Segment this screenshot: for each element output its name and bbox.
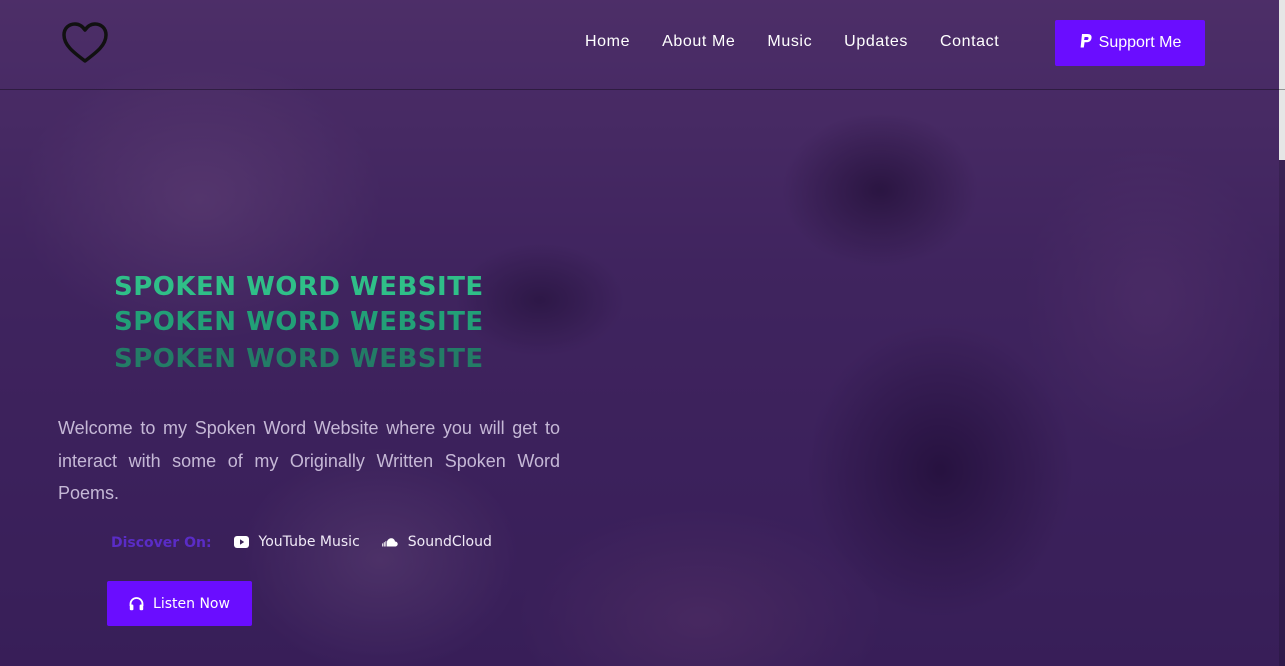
youtube-music-label: YouTube Music — [258, 533, 360, 550]
soundcloud-label: SoundCloud — [407, 533, 492, 550]
hero-headline-line: SPOKEN WORD WEBSITE — [114, 272, 484, 302]
nav-music[interactable]: Music — [767, 33, 812, 51]
support-me-button[interactable]: Support Me — [1055, 20, 1205, 66]
youtube-music-link[interactable]: YouTube Music — [233, 533, 360, 550]
discover-on-label: Discover On: — [111, 535, 212, 551]
page-scrollbar[interactable] — [1279, 0, 1285, 666]
main-nav: Home About Me Music Updates Contact — [585, 33, 1031, 51]
site-header: Home About Me Music Updates Contact Supp… — [0, 0, 1285, 90]
paypal-icon — [1079, 33, 1093, 54]
listen-now-label: Listen Now — [153, 595, 230, 612]
nav-contact[interactable]: Contact — [940, 33, 999, 51]
headphones-icon — [129, 596, 144, 610]
hero-description: Welcome to my Spoken Word Website where … — [58, 418, 560, 503]
hero-headline-line: SPOKEN WORD WEBSITE — [114, 344, 484, 374]
nav-about-me[interactable]: About Me — [662, 33, 735, 51]
discover-on-row: Discover On: YouTube Music SoundCloud — [111, 532, 514, 552]
nav-updates[interactable]: Updates — [844, 33, 908, 51]
youtube-icon — [233, 535, 249, 548]
hero-headline-line: SPOKEN WORD WEBSITE — [114, 307, 484, 337]
support-me-label: Support Me — [1098, 34, 1182, 51]
soundcloud-icon — [381, 537, 398, 546]
soundcloud-link[interactable]: SoundCloud — [381, 533, 492, 550]
heart-outline-icon[interactable] — [61, 21, 109, 65]
listen-now-button[interactable]: Listen Now — [107, 581, 252, 626]
nav-home[interactable]: Home — [585, 33, 630, 51]
